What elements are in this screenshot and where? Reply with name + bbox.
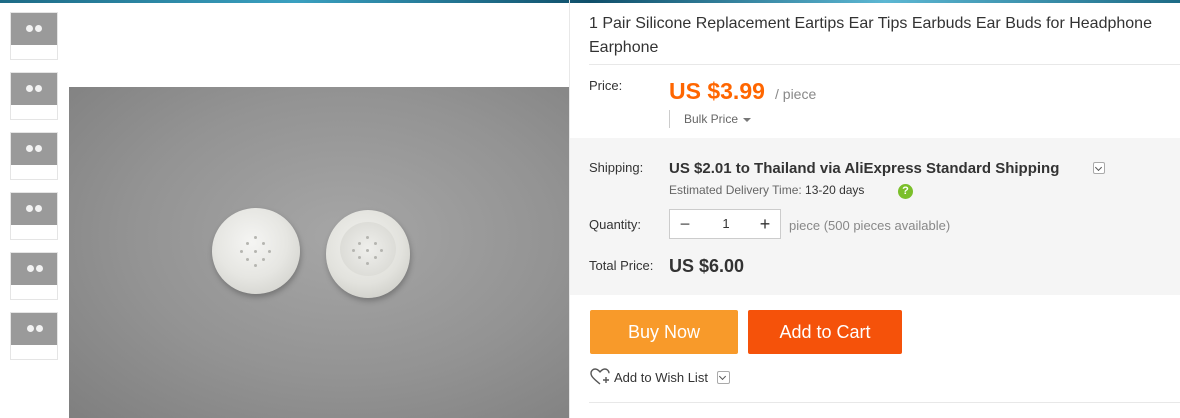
thumbnail[interactable] — [10, 192, 58, 240]
thumbnail[interactable] — [10, 312, 58, 360]
quantity-input[interactable]: 1 — [700, 210, 752, 238]
help-icon[interactable]: ? — [898, 184, 913, 199]
product-title: 1 Pair Silicone Replacement Eartips Ear … — [589, 15, 1152, 56]
quantity-label: Quantity: — [589, 217, 642, 232]
price-unit: / piece — [775, 86, 817, 102]
shipping-dropdown-icon[interactable] — [1093, 162, 1105, 174]
total-price-value: US $6.00 — [669, 256, 745, 276]
heart-icon[interactable] — [590, 368, 610, 386]
delivery-label: Estimated Delivery Time: — [669, 183, 802, 197]
quantity-availability: piece (500 pieces available) — [789, 218, 951, 233]
thumbnail[interactable] — [10, 132, 58, 180]
top-banner-strip — [0, 0, 1180, 3]
price-value: US $3.99 — [669, 78, 765, 104]
thumbnail[interactable] — [10, 72, 58, 120]
bulk-price-label: Bulk Price — [684, 112, 739, 126]
divider — [589, 402, 1180, 403]
price-label: Price: — [589, 78, 623, 93]
quantity-decrease-button[interactable]: − — [670, 210, 700, 238]
quantity-stepper: − 1 + — [669, 209, 781, 239]
eartip-illustration — [326, 210, 410, 298]
buy-now-button[interactable]: Buy Now — [590, 310, 738, 354]
main-product-image[interactable] — [69, 87, 569, 418]
add-to-cart-button[interactable]: Add to Cart — [748, 310, 902, 354]
delivery-estimate: Estimated Delivery Time: 13-20 days — [669, 183, 864, 197]
thumbnail[interactable] — [10, 252, 58, 300]
delivery-value: 13-20 days — [805, 183, 865, 197]
quantity-increase-button[interactable]: + — [750, 210, 780, 238]
eartip-illustration — [212, 208, 300, 294]
shipping-label: Shipping: — [589, 160, 644, 175]
shipping-info: US $2.01 to Thailand via AliExpress Stan… — [669, 160, 1060, 177]
thumbnail-gallery — [0, 3, 68, 418]
add-to-wishlist-link[interactable]: Add to Wish List — [614, 370, 708, 385]
caret-down-icon — [743, 117, 752, 122]
bulk-price-toggle[interactable]: Bulk Price — [669, 110, 752, 128]
chevron-down-icon[interactable] — [717, 371, 730, 384]
divider — [589, 64, 1180, 65]
thumbnail[interactable] — [10, 12, 58, 60]
total-price-label: Total Price: — [589, 258, 654, 273]
